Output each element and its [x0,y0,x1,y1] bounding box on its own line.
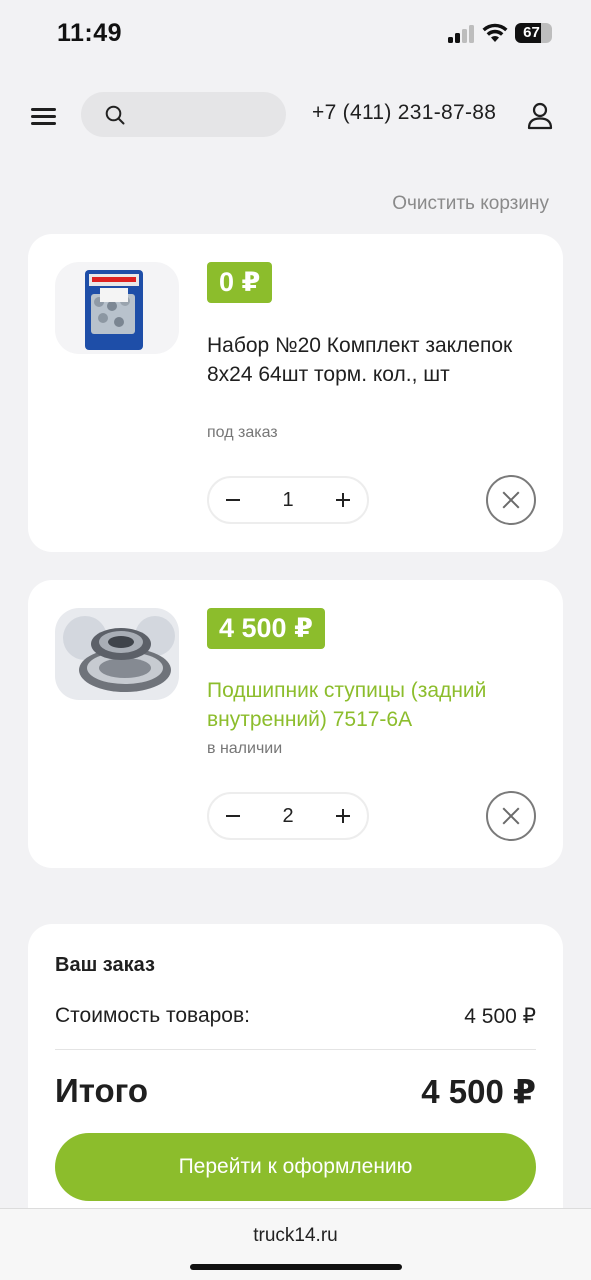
browser-address-bar: truck14.ru [0,1208,591,1280]
goods-cost-value: 4 500 ₽ [464,1005,536,1028]
product-image[interactable] [55,262,179,354]
increase-button[interactable] [331,488,355,512]
wifi-icon [482,23,508,42]
cellular-signal-icon [448,25,476,43]
divider [55,1049,536,1050]
header: +7 (411) 231-87-88 [0,86,591,144]
search-input[interactable] [137,92,277,137]
quantity-stepper: 2 [207,792,369,840]
menu-icon[interactable] [28,102,60,128]
search-box[interactable] [81,92,286,137]
cart-item: 4 500 ₽ Подшипник ступицы (задний внутре… [28,580,563,868]
order-summary-title: Ваш заказ [55,954,155,976]
quantity-value[interactable]: 1 [259,478,317,522]
product-title[interactable]: Набор №20 Комплект заклепок 8х24 64шт то… [207,331,537,389]
order-summary: Ваш заказ Стоимость товаров: 4 500 ₽ Ито… [28,924,563,1224]
total-label: Итого [55,1072,149,1109]
quantity-stepper: 1 [207,476,369,524]
decrease-button[interactable] [221,488,245,512]
product-image[interactable] [55,608,179,700]
remove-item-button[interactable] [486,791,536,841]
price-badge: 0 ₽ [207,262,273,303]
phone-link[interactable]: +7 (411) 231-87-88 [312,101,496,125]
availability-status: в наличии [207,740,283,757]
price-badge: 4 500 ₽ [207,608,325,649]
home-indicator[interactable] [190,1264,402,1270]
goods-cost-label: Стоимость товаров: [55,1004,250,1027]
url-text[interactable]: truck14.ru [0,1225,591,1247]
decrease-button[interactable] [221,804,245,828]
product-title-link[interactable]: Подшипник ступицы (задний внутренний) 75… [207,676,537,734]
availability-status: под заказ [207,424,278,441]
status-time: 11:49 [57,19,123,47]
remove-item-button[interactable] [486,475,536,525]
user-icon[interactable] [524,100,556,132]
battery-icon: 67 [515,23,552,43]
cart-item: 0 ₽ Набор №20 Комплект заклепок 8х24 64ш… [28,234,563,552]
increase-button[interactable] [331,804,355,828]
battery-level: 67 [523,24,540,41]
total-value: 4 500 ₽ [421,1073,536,1110]
checkout-button[interactable]: Перейти к оформлению [55,1133,536,1201]
quantity-value[interactable]: 2 [259,794,317,838]
search-icon [105,105,125,125]
clear-cart-link[interactable]: Очистить корзину [392,193,549,215]
status-bar: 11:49 67 [0,0,591,66]
